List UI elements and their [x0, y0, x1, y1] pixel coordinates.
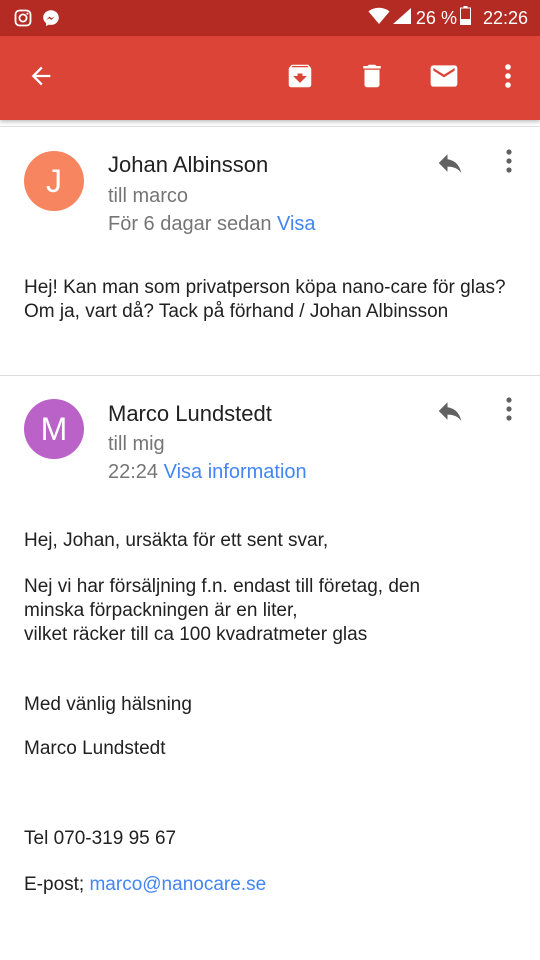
- archive-button[interactable]: [278, 56, 322, 100]
- phone-number: Tel 070-319 95 67: [24, 828, 177, 849]
- mark-unread-button[interactable]: [422, 56, 466, 100]
- trash-icon: [357, 61, 387, 96]
- back-arrow-icon: [27, 62, 55, 95]
- instagram-icon: [14, 9, 32, 32]
- reply-button[interactable]: [430, 393, 470, 433]
- message-more-button[interactable]: [494, 391, 524, 431]
- message-body-line: Med vänlig hälsning: [24, 694, 192, 715]
- email-line: E-post; marco@nanocare.se: [24, 873, 266, 897]
- message-more-button[interactable]: [494, 143, 524, 183]
- avatar[interactable]: M: [24, 399, 84, 459]
- message-meta: För 6 dagar sedan Visa: [108, 213, 316, 236]
- signal-icon: [392, 7, 412, 30]
- message-body: Hej! Kan man som privatperson köpa nano-…: [24, 277, 506, 322]
- reply-button[interactable]: [430, 145, 470, 185]
- email-link[interactable]: marco@nanocare.se: [89, 874, 266, 895]
- clock: 22:26: [482, 7, 528, 28]
- show-details-link[interactable]: Visa information: [164, 461, 307, 483]
- message-body-line: minska förpackningen är en liter,: [24, 600, 298, 621]
- message-time: För 6 dagar sedan: [108, 213, 272, 235]
- sender-name: Johan Albinsson: [108, 152, 269, 177]
- reply-icon: [435, 396, 465, 431]
- delete-button[interactable]: [350, 56, 394, 100]
- email-label: E-post;: [24, 874, 85, 895]
- messenger-icon: [42, 9, 60, 32]
- message-body-line: vilket räcker till ca 100 kvadratmeter g…: [24, 624, 368, 645]
- wifi-icon: [368, 7, 390, 30]
- more-vert-icon: [504, 63, 512, 94]
- message-body-line: Hej, Johan, ursäkta för ett sent svar,: [24, 530, 329, 551]
- system-status: 26 % 22:26: [368, 6, 528, 30]
- status-bar: 26 % 22:26: [0, 0, 540, 36]
- message-body-line: Nej vi har försäljning f.n. endast till …: [24, 576, 421, 597]
- recipient[interactable]: till marco: [108, 185, 188, 208]
- signature-name: Marco Lundstedt: [24, 738, 166, 759]
- message-marco: M Marco Lundstedt till mig 22:24 Visa in…: [0, 375, 540, 960]
- avatar[interactable]: J: [24, 151, 84, 211]
- notification-icons: [14, 9, 60, 32]
- archive-icon: [285, 61, 315, 96]
- more-vert-icon: [505, 396, 513, 427]
- message-johan: J Johan Albinsson till marco För 6 dagar…: [0, 127, 540, 375]
- show-details-link[interactable]: Visa: [277, 213, 316, 235]
- message-time: 22:24: [108, 461, 159, 483]
- reply-icon: [435, 148, 465, 183]
- back-button[interactable]: [19, 56, 63, 100]
- message-meta: 22:24 Visa information: [108, 461, 307, 484]
- sender-name: Marco Lundstedt: [108, 401, 272, 426]
- battery-percentage: 26 %: [415, 7, 457, 28]
- overflow-menu-button[interactable]: [486, 56, 530, 100]
- more-vert-icon: [505, 148, 513, 179]
- app-bar: [0, 36, 540, 120]
- battery-icon: [459, 6, 471, 30]
- recipient[interactable]: till mig: [108, 433, 165, 456]
- mail-icon: [428, 60, 460, 97]
